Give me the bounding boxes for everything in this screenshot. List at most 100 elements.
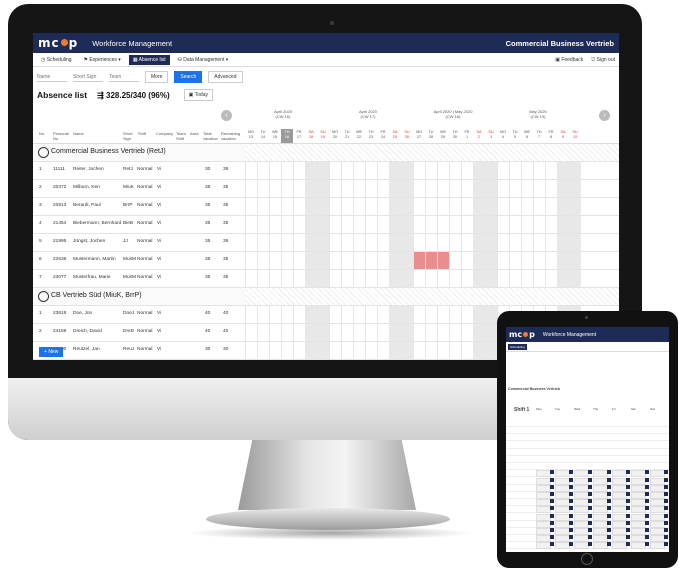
day-cell[interactable] (485, 270, 497, 287)
day-cell[interactable] (305, 180, 317, 197)
tablet-home-button[interactable] (581, 553, 593, 565)
day-cell[interactable] (293, 216, 305, 233)
day-cell[interactable] (473, 180, 485, 197)
day-cell[interactable] (245, 252, 257, 269)
day-cell[interactable] (485, 234, 497, 251)
day-cell[interactable] (245, 162, 257, 179)
day-cell[interactable] (557, 162, 569, 179)
day-cell[interactable] (425, 198, 437, 215)
day-cell[interactable] (401, 252, 413, 269)
day-cell[interactable] (569, 252, 581, 269)
day-cell[interactable] (557, 234, 569, 251)
day-cell[interactable] (329, 162, 341, 179)
day-cell[interactable] (269, 180, 281, 197)
day-cell[interactable] (521, 180, 533, 197)
day-cell[interactable] (533, 180, 545, 197)
day-cell[interactable] (521, 270, 533, 287)
day-cell[interactable] (269, 216, 281, 233)
day-cell[interactable] (365, 270, 377, 287)
day-cell[interactable] (473, 234, 485, 251)
group-row[interactable]: Commercial Business Vertrieb (RetJ) (33, 144, 619, 162)
day-cell[interactable] (305, 324, 317, 341)
day-cell[interactable] (257, 342, 269, 359)
day-cell[interactable] (305, 270, 317, 287)
day-cell[interactable] (305, 252, 317, 269)
day-cell[interactable] (509, 162, 521, 179)
day-cell[interactable] (293, 252, 305, 269)
day-cell[interactable] (365, 252, 377, 269)
day-cell[interactable] (413, 342, 425, 359)
day-cell[interactable] (509, 234, 521, 251)
day-cell[interactable] (449, 270, 461, 287)
day-cell[interactable] (281, 306, 293, 323)
day-cell[interactable] (497, 270, 509, 287)
day-cell[interactable] (245, 306, 257, 323)
day-cell[interactable] (461, 270, 473, 287)
day-cell[interactable] (377, 306, 389, 323)
day-cell[interactable] (269, 306, 281, 323)
day-cell[interactable] (329, 216, 341, 233)
day-cell[interactable] (341, 342, 353, 359)
day-cell[interactable] (509, 216, 521, 233)
day-cell[interactable] (473, 162, 485, 179)
day-cell[interactable] (485, 324, 497, 341)
day-cell[interactable] (497, 252, 509, 269)
tablet-shift-chip[interactable] (631, 542, 646, 550)
day-cell[interactable] (353, 162, 365, 179)
tablet-nav-item[interactable]: Scheduling (508, 343, 527, 350)
day-cell[interactable] (485, 252, 497, 269)
table-row[interactable]: 2 20372 Milburn, Ken MiuK Normal Vi 35 35 (33, 180, 619, 198)
prev-week-icon[interactable]: ‹ (221, 110, 232, 121)
day-cell[interactable] (509, 252, 521, 269)
day-cell[interactable] (473, 216, 485, 233)
day-cell[interactable] (329, 180, 341, 197)
day-cell[interactable] (461, 324, 473, 341)
day-cell[interactable] (461, 216, 473, 233)
name-input[interactable] (37, 72, 67, 82)
day-cell[interactable] (257, 180, 269, 197)
signout-link[interactable]: ⎋ Sign out (591, 57, 615, 63)
day-cell[interactable] (293, 324, 305, 341)
day-cell[interactable] (449, 198, 461, 215)
nav-experiences[interactable]: ⚑ Experiences ▾ (80, 55, 125, 65)
day-cell[interactable] (389, 324, 401, 341)
day-cell[interactable] (389, 180, 401, 197)
day-cell[interactable] (257, 162, 269, 179)
day-cell[interactable] (257, 252, 269, 269)
day-cell[interactable] (497, 216, 509, 233)
day-cell[interactable] (281, 252, 293, 269)
day-cell[interactable] (557, 180, 569, 197)
nav-scheduling[interactable]: ◷ Scheduling (37, 55, 76, 65)
day-cell[interactable] (353, 324, 365, 341)
day-cell[interactable] (365, 342, 377, 359)
day-cell[interactable] (533, 216, 545, 233)
day-cell[interactable] (281, 234, 293, 251)
day-cell[interactable] (341, 162, 353, 179)
day-cell[interactable] (329, 306, 341, 323)
day-cell[interactable] (377, 270, 389, 287)
day-cell[interactable] (365, 180, 377, 197)
day-cell[interactable] (293, 342, 305, 359)
day-cell[interactable] (365, 162, 377, 179)
tablet-shift-chip[interactable] (536, 542, 551, 550)
day-cell[interactable] (377, 252, 389, 269)
day-cell[interactable] (449, 324, 461, 341)
short-sign-input[interactable] (73, 72, 103, 82)
search-button[interactable]: Search (174, 71, 203, 83)
team-input[interactable] (109, 72, 139, 82)
day-cell[interactable] (461, 306, 473, 323)
day-cell[interactable] (473, 198, 485, 215)
day-cell[interactable] (389, 216, 401, 233)
day-cell[interactable] (317, 306, 329, 323)
day-cell[interactable] (425, 270, 437, 287)
day-cell[interactable] (533, 198, 545, 215)
day-cell[interactable] (245, 270, 257, 287)
day-cell[interactable] (281, 162, 293, 179)
day-cell[interactable] (425, 306, 437, 323)
day-cell[interactable] (245, 180, 257, 197)
day-cell[interactable] (281, 324, 293, 341)
day-cell[interactable] (305, 306, 317, 323)
day-cell[interactable] (545, 252, 557, 269)
table-row[interactable]: 6 22536 Mustermann, Martin MusM Normal Vi 35 35 (33, 252, 619, 270)
day-cell[interactable] (317, 342, 329, 359)
